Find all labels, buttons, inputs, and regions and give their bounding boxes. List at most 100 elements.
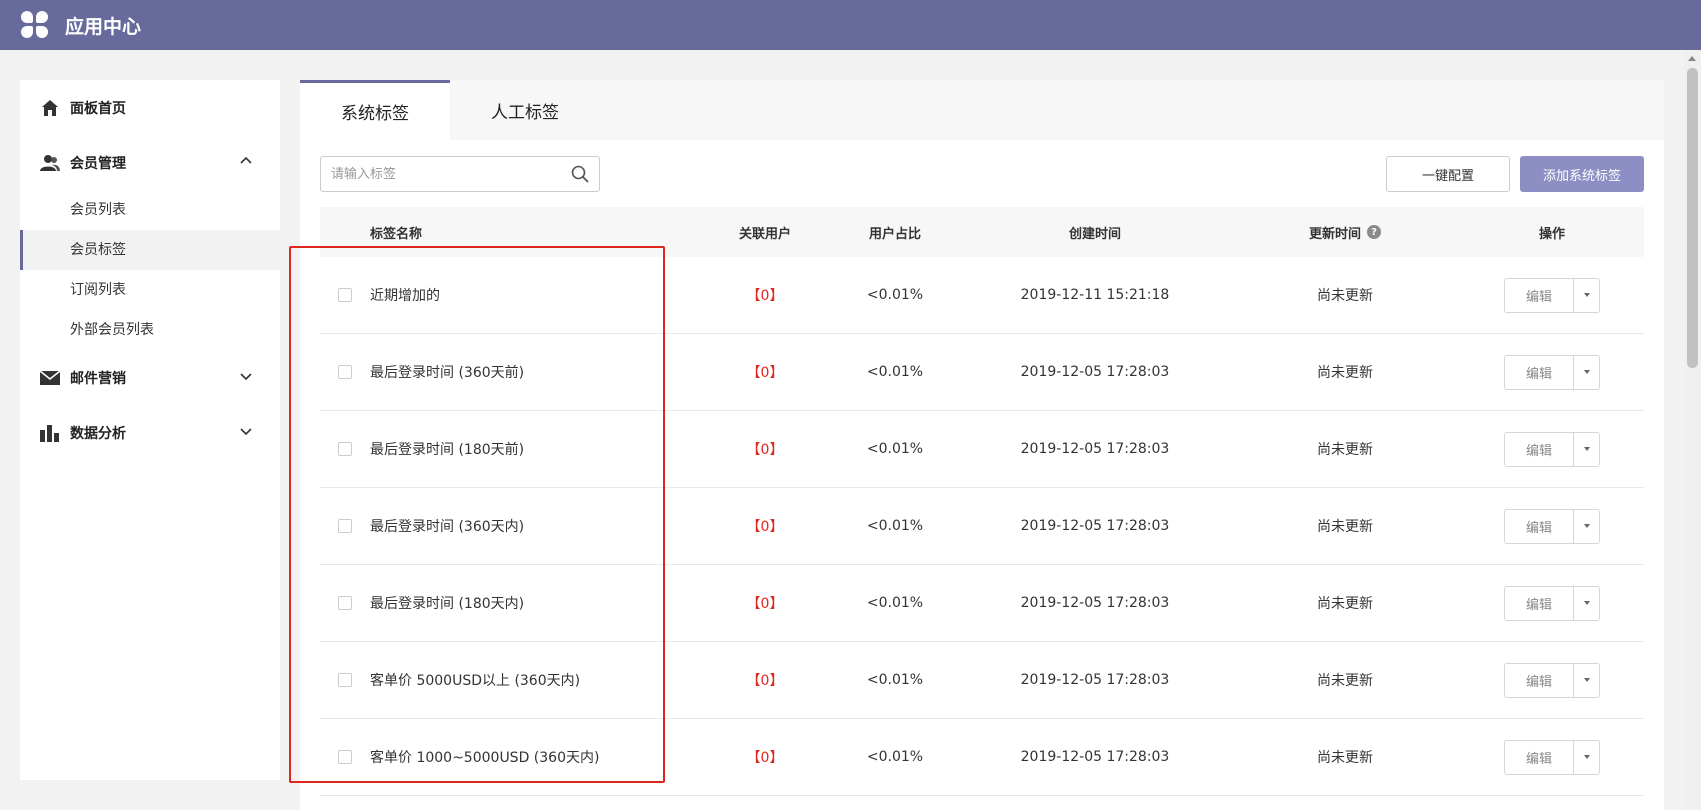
edit-button[interactable]: 编辑 — [1505, 587, 1573, 620]
dropdown-toggle[interactable] — [1573, 509, 1599, 543]
associated-users[interactable]: 【0】 — [700, 670, 830, 690]
search-input[interactable] — [331, 159, 566, 189]
sidebar-item-subscription-list[interactable]: 订阅列表 — [20, 270, 280, 310]
user-ratio: <0.01% — [866, 595, 924, 611]
scroll-up-icon[interactable] — [1688, 56, 1696, 61]
updated-time: 尚未更新 — [1317, 519, 1373, 535]
header-name: 标签名称 — [370, 226, 423, 242]
add-system-tag-button[interactable]: 添加系统标签 — [1520, 156, 1644, 192]
tab-system-tags[interactable]: 系统标签 — [300, 80, 450, 140]
sidebar-item-label: 面板首页 — [70, 100, 126, 117]
home-icon — [40, 98, 60, 118]
edit-button[interactable]: 编辑 — [1505, 433, 1573, 466]
sidebar-item-data-analysis[interactable]: 数据分析 — [20, 405, 280, 460]
table-row: 客单价 1000~5000USD (360天内) 【0】 <0.01% 2019-12… — [320, 719, 1644, 796]
tab-bar: 系统标签 人工标签 — [300, 80, 1664, 140]
sidebar-item-label: 数据分析 — [70, 425, 126, 442]
edit-button[interactable]: 编辑 — [1505, 356, 1573, 389]
header-updated: 更新时间 ? — [1230, 223, 1460, 242]
header-ratio: 用户占比 — [868, 226, 921, 242]
dropdown-toggle[interactable] — [1573, 355, 1599, 389]
user-ratio: <0.01% — [866, 672, 924, 688]
dropdown-toggle[interactable] — [1573, 432, 1599, 466]
sidebar-item-label: 会员管理 — [70, 155, 126, 172]
row-checkbox[interactable] — [338, 750, 352, 764]
one-click-config-button[interactable]: 一键配置 — [1386, 156, 1510, 192]
created-time: 2019-12-05 17:28:03 — [1020, 672, 1170, 688]
dropdown-toggle[interactable] — [1573, 663, 1599, 697]
chevron-down-icon[interactable] — [240, 425, 252, 437]
caret-down-icon — [1583, 370, 1590, 374]
caret-down-icon — [1583, 447, 1590, 451]
associated-users[interactable]: 【0】 — [700, 747, 830, 767]
associated-users[interactable]: 【0】 — [700, 439, 830, 459]
chevron-down-icon[interactable] — [240, 370, 252, 382]
user-ratio: <0.01% — [866, 749, 924, 765]
edit-split-button: 编辑 — [1504, 739, 1600, 775]
row-checkbox[interactable] — [338, 596, 352, 610]
edit-button[interactable]: 编辑 — [1505, 279, 1573, 312]
scrollbar[interactable] — [1684, 50, 1701, 810]
sidebar-item-dashboard[interactable]: 面板首页 — [20, 80, 280, 135]
table-row: 最后登录时间 (180天前) 【0】 <0.01% 2019-12-05 17:28:… — [320, 411, 1644, 488]
table-body: 近期增加的 【0】 <0.01% 2019-12-11 15:21:18 尚未更新 编辑最… — [320, 257, 1644, 796]
tag-name: 最后登录时间 (360天前) — [370, 365, 525, 381]
bar-chart-icon — [40, 423, 60, 443]
row-checkbox[interactable] — [338, 365, 352, 379]
caret-down-icon — [1583, 755, 1590, 759]
edit-split-button: 编辑 — [1504, 277, 1600, 313]
row-checkbox[interactable] — [338, 288, 352, 302]
top-bar: 应用中心 — [0, 0, 1701, 50]
row-checkbox[interactable] — [338, 442, 352, 456]
associated-users[interactable]: 【0】 — [700, 362, 830, 382]
scrollbar-thumb[interactable] — [1687, 68, 1698, 368]
dropdown-toggle[interactable] — [1573, 740, 1599, 774]
edit-button[interactable]: 编辑 — [1505, 664, 1573, 697]
edit-split-button: 编辑 — [1504, 508, 1600, 544]
updated-time: 尚未更新 — [1317, 596, 1373, 612]
header-created: 创建时间 — [1068, 226, 1121, 242]
edit-split-button: 编辑 — [1504, 662, 1600, 698]
row-checkbox[interactable] — [338, 519, 352, 533]
updated-time: 尚未更新 — [1317, 673, 1373, 689]
header-updated-label: 更新时间 — [1308, 226, 1361, 242]
caret-down-icon — [1583, 601, 1590, 605]
search-icon[interactable] — [571, 165, 589, 183]
chevron-up-icon[interactable] — [240, 155, 252, 167]
created-time: 2019-12-05 17:28:03 — [1020, 518, 1170, 534]
associated-users[interactable]: 【0】 — [700, 516, 830, 536]
tab-manual-tags[interactable]: 人工标签 — [450, 80, 600, 140]
created-time: 2019-12-05 17:28:03 — [1020, 595, 1170, 611]
caret-down-icon — [1583, 524, 1590, 528]
user-ratio: <0.01% — [866, 518, 924, 534]
sidebar-item-email-marketing[interactable]: 邮件营销 — [20, 350, 280, 405]
created-time: 2019-12-05 17:28:03 — [1020, 441, 1170, 457]
help-icon[interactable]: ? — [1367, 225, 1381, 239]
row-checkbox[interactable] — [338, 673, 352, 687]
table-row: 最后登录时间 (360天内) 【0】 <0.01% 2019-12-05 17:28:… — [320, 488, 1644, 565]
associated-users[interactable]: 【0】 — [700, 285, 830, 305]
table-row: 最后登录时间 (360天前) 【0】 <0.01% 2019-12-05 17:28:… — [320, 334, 1644, 411]
edit-button[interactable]: 编辑 — [1505, 510, 1573, 543]
associated-users[interactable]: 【0】 — [700, 593, 830, 613]
tags-table: 标签名称 关联用户 用户占比 创建时间 更新时间 ? 操作 近期增加的 【0】 <0… — [320, 207, 1644, 796]
search-box — [320, 156, 600, 192]
tag-name: 最后登录时间 (360天内) — [370, 519, 525, 535]
dropdown-toggle[interactable] — [1573, 586, 1599, 620]
sidebar-item-external-members[interactable]: 外部会员列表 — [20, 310, 280, 350]
sidebar-item-members[interactable]: 会员管理 — [20, 135, 280, 190]
user-ratio: <0.01% — [866, 441, 924, 457]
dropdown-toggle[interactable] — [1573, 278, 1599, 312]
created-time: 2019-12-05 17:28:03 — [1020, 749, 1170, 765]
edit-button[interactable]: 编辑 — [1505, 741, 1573, 774]
sidebar-item-member-tags[interactable]: 会员标签 — [20, 230, 280, 270]
table-row: 最后登录时间 (180天内) 【0】 <0.01% 2019-12-05 17:28:… — [320, 565, 1644, 642]
tag-name: 近期增加的 — [370, 288, 440, 304]
updated-time: 尚未更新 — [1317, 442, 1373, 458]
sidebar-item-member-list[interactable]: 会员列表 — [20, 190, 280, 230]
user-ratio: <0.01% — [866, 364, 924, 380]
updated-time: 尚未更新 — [1317, 288, 1373, 304]
tag-name: 最后登录时间 (180天内) — [370, 596, 525, 612]
app-title: 应用中心 — [65, 15, 142, 38]
app-logo-icon[interactable] — [21, 11, 49, 39]
